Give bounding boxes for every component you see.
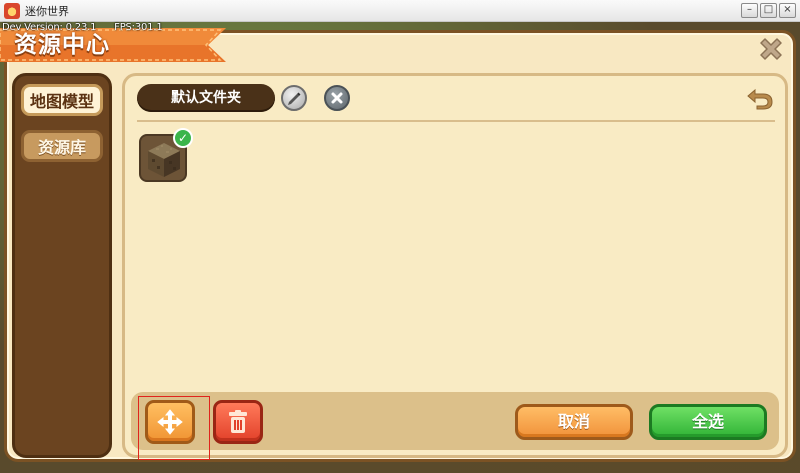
dev-version-text: Dev Version: 0.23.1 (2, 22, 97, 33)
x-icon (331, 92, 343, 104)
delete-folder-button[interactable] (324, 85, 350, 111)
dev-overlay: Dev Version: 0.23.1 FPS:301.1 (2, 22, 163, 33)
trash-icon (229, 410, 247, 433)
tab-resource-library[interactable]: 资源库 (21, 130, 103, 162)
folder-name-pill[interactable]: 默认文件夹 (137, 84, 275, 112)
model-item[interactable]: ✓ (139, 128, 193, 182)
delete-button[interactable] (213, 400, 263, 444)
sidebar: 地图模型 资源库 (12, 73, 112, 458)
tab-map-models[interactable]: 地图模型 (21, 84, 103, 116)
fps-text: FPS:301.1 (114, 22, 163, 33)
close-panel-button[interactable] (756, 34, 786, 64)
header-banner: 资源中心 (0, 28, 226, 62)
move-arrows-icon (157, 409, 183, 435)
undo-arrow-icon (747, 88, 773, 110)
move-button[interactable] (145, 400, 195, 444)
minimize-button[interactable]: – (741, 3, 758, 18)
app-icon (4, 3, 20, 19)
bottom-toolbar: 取消 全选 (131, 392, 779, 460)
content-area: 默认文件夹 ✓ 取消 全选 (122, 73, 788, 460)
window-close-button[interactable]: × (779, 3, 796, 18)
select-all-button[interactable]: 全选 (649, 404, 767, 440)
pencil-icon (288, 92, 301, 105)
selected-check-icon: ✓ (173, 128, 193, 148)
cancel-button[interactable]: 取消 (515, 404, 633, 440)
maximize-button[interactable]: □ (760, 3, 777, 18)
window-titlebar: 迷你世界 – □ × (0, 0, 800, 22)
header-divider (137, 120, 775, 122)
window-title: 迷你世界 (25, 5, 69, 18)
edit-folder-button[interactable] (281, 85, 307, 111)
back-button[interactable] (745, 86, 775, 110)
page-title: 资源中心 (14, 32, 110, 58)
close-icon (760, 38, 782, 60)
